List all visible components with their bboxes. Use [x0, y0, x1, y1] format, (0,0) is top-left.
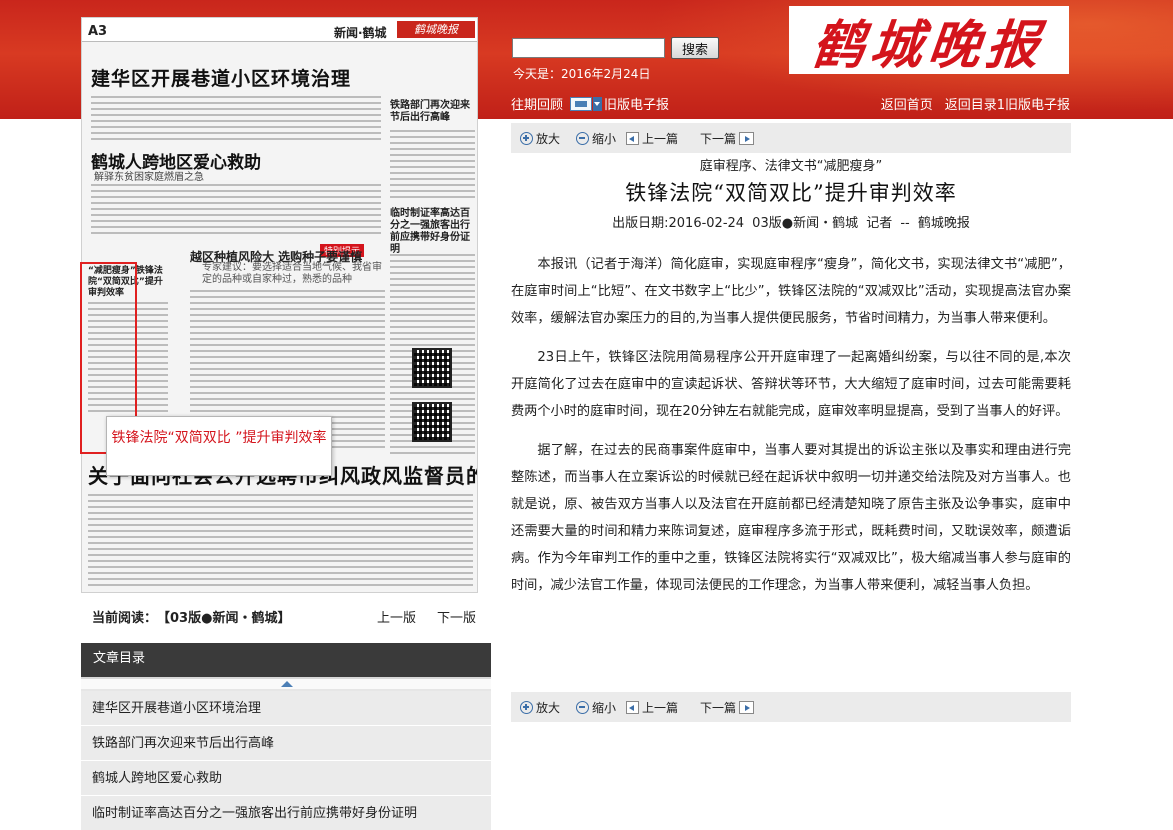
dropdown-arrow-icon [593, 96, 603, 111]
toc-list: 建华区开展巷道小区环境治理 铁路部门再次迎来节后出行高峰 鹤城人跨地区爱心救助 … [81, 691, 491, 830]
zoom-out-label: 缩小 [592, 131, 617, 146]
zoom-in-icon [520, 700, 533, 714]
next-article-button[interactable]: 下一篇 [700, 699, 755, 716]
article-meta: 出版日期:2016-02-24 03版●新闻・鹤城 记者 -- 鹤城晚报 [612, 216, 970, 231]
past-issues-label: 往期回顾 [511, 98, 564, 113]
current-reading-value: 【03版●新闻・鹤城】 [157, 610, 291, 626]
zoom-in-button[interactable]: 放大 [520, 699, 560, 716]
toc-item[interactable]: 铁路部门再次迎来节后出行高峰 [81, 726, 491, 761]
logo-text: 鹤城晚报 [809, 14, 1048, 76]
toc-item[interactable]: 鹤城人跨地区爱心救助 [81, 761, 491, 796]
toc-scroll-up-icon[interactable] [81, 677, 491, 691]
zoom-in-icon [520, 131, 533, 145]
search-button[interactable]: 搜索 [671, 37, 719, 59]
current-reading-bar: 当前阅读： 【03版●新闻・鹤城】 上一版 下一版 [81, 601, 491, 631]
thumb-text-block [91, 184, 381, 238]
toc-item[interactable]: 建华区开展巷道小区环境治理 [81, 691, 491, 726]
next-page-link[interactable]: 下一版 [437, 607, 476, 626]
toc-header: 文章目录 [81, 643, 491, 677]
header-links: 返回首页 返回目录1旧版电子报 [881, 94, 1070, 113]
calendar-icon [570, 96, 593, 111]
prev-article-button[interactable]: 上一篇 [626, 699, 678, 716]
article-body: 本报讯（记者于海洋）简化庭审，实现庭审程序“瘦身”，简化文书，实现法律文书“减肥… [511, 251, 1071, 611]
thumb-side-headline[interactable]: 临时制证率高达百分之一强旅客出行前应携带好身份证明 [390, 208, 475, 256]
zoom-out-button[interactable]: 缩小 [576, 130, 616, 147]
zoom-out-icon [576, 131, 590, 145]
zoom-in-button[interactable]: 放大 [520, 130, 560, 147]
prev-page-link[interactable]: 上一版 [377, 607, 416, 626]
next-article-icon [739, 700, 755, 714]
zoom-in-label: 放大 [536, 700, 561, 715]
qr-code-icon [412, 348, 452, 388]
thumb-text-block [88, 494, 473, 586]
zoom-out-icon [576, 700, 590, 714]
article-paragraph: 23日上午，铁锋区法院用简易程序公开开庭审理了一起离婚纠纷案，与以往不同的是,本… [511, 350, 1071, 419]
next-article-button[interactable]: 下一篇 [700, 130, 755, 147]
toc-item[interactable]: 临时制证率高达百分之一强旅客出行前应携带好身份证明 [81, 796, 491, 830]
zoom-in-label: 放大 [536, 131, 561, 146]
prev-article-label: 上一篇 [642, 700, 679, 715]
zoom-out-button[interactable]: 缩小 [576, 699, 616, 716]
article-title: 铁锋法院“双简双比”提升审判效率 [625, 181, 957, 205]
prev-article-icon [626, 700, 640, 714]
article-toolbar-bottom: 放大 缩小 上一篇 下一篇 [511, 692, 1071, 722]
zoom-out-label: 缩小 [592, 700, 617, 715]
calendar-picker[interactable] [570, 96, 603, 111]
article-tooltip: 铁锋法院“双简双比 ”提升审判效率 [106, 416, 332, 476]
newspaper-logo[interactable]: 鹤城晚报 [789, 6, 1069, 76]
article-paragraph: 据了解，在过去的民商事案件庭审中，当事人要对其提出的诉讼主张以及事实和理由进行完… [511, 443, 1071, 593]
current-reading-label: 当前阅读： [92, 610, 158, 626]
mini-logo: 鹤城晚报 [397, 21, 475, 38]
page-number: A3 [88, 24, 108, 39]
thumb-subheadline: 专家建议：要选择适合当地气候、我省审定的品种或自家种过，熟悉的品种 [202, 262, 382, 285]
back-home-link[interactable]: 返回首页 [881, 94, 933, 113]
next-article-icon [739, 131, 755, 145]
next-article-label: 下一篇 [700, 131, 737, 146]
today-date: 今天是：2016年2月24日 [513, 67, 651, 81]
search-input[interactable] [512, 38, 665, 58]
thumb-subheadline: 解驿东贫困家庭燃眉之急 [94, 172, 204, 183]
past-issues-row: 往期回顾 旧版电子报 [511, 94, 669, 113]
old-edition-link[interactable]: 旧版电子报 [604, 94, 669, 113]
thumb-text-block [91, 96, 381, 140]
prev-article-button[interactable]: 上一篇 [626, 130, 678, 147]
article-toolbar-top: 放大 缩小 上一篇 下一篇 [511, 123, 1071, 153]
next-article-label: 下一篇 [700, 700, 737, 715]
article-kicker: 庭审程序、法律文书“减肥瘦身” [699, 159, 883, 174]
qr-code-icon [412, 402, 452, 442]
prev-article-icon [626, 131, 640, 145]
page-section: 新闻·鹤城 [334, 26, 387, 40]
thumb-text-block [390, 130, 475, 200]
prev-article-label: 上一篇 [642, 131, 679, 146]
thumb-headline[interactable]: 建华区开展巷道小区环境治理 [91, 64, 351, 91]
back-old-list-link[interactable]: 返回目录1旧版电子报 [945, 94, 1070, 113]
newspaper-page-thumbnail[interactable]: A3 新闻·鹤城 鹤城晚报 建华区开展巷道小区环境治理 铁路部门再次迎来节后出行… [81, 17, 478, 593]
article-paragraph: 本报讯（记者于海洋）简化庭审，实现庭审程序“瘦身”，简化文书，实现法律文书“减肥… [511, 257, 1071, 326]
thumb-side-headline[interactable]: 铁路部门再次迎来节后出行高峰 [390, 100, 475, 124]
